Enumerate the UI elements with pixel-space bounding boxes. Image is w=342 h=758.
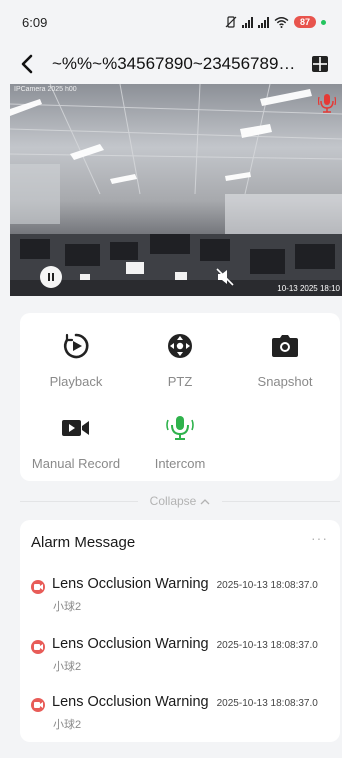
snapshot-button[interactable]: Snapshot bbox=[235, 331, 335, 389]
video-timestamp: 10-13 2025 18:10 bbox=[277, 284, 340, 293]
alarm-device: 小球2 bbox=[53, 601, 82, 613]
microphone-live-icon bbox=[318, 94, 336, 113]
collapse-divider: Collapse bbox=[20, 490, 341, 512]
more-button[interactable]: ··· bbox=[311, 530, 328, 546]
vibrate-off-icon bbox=[225, 16, 237, 28]
live-video-player[interactable]: IPCamera 2025 h00 10-13 2025 18:10 bbox=[10, 84, 342, 296]
chevron-up-icon bbox=[200, 498, 210, 504]
playback-label: Playback bbox=[49, 374, 103, 389]
pause-button[interactable] bbox=[40, 266, 62, 288]
ptz-label: PTZ bbox=[167, 374, 193, 389]
office-scene-image bbox=[10, 84, 342, 296]
playback-button[interactable]: Playback bbox=[26, 331, 126, 389]
manual-record-button[interactable]: Manual Record bbox=[26, 413, 126, 471]
alarm-panel-title: Alarm Message bbox=[31, 534, 136, 551]
alarm-name: Lens Occlusion Warning bbox=[52, 576, 209, 592]
charging-dot bbox=[321, 19, 326, 25]
wifi-icon bbox=[274, 17, 289, 28]
camera-icon bbox=[272, 335, 298, 357]
app-header: ~%%~%34567890~234567890~2... bbox=[0, 44, 342, 84]
camera-alarm-icon bbox=[31, 580, 45, 594]
page-title: ~%%~%34567890~234567890~2... bbox=[52, 54, 302, 73]
signal-1-icon bbox=[242, 16, 253, 28]
status-icons: 87 bbox=[225, 16, 326, 28]
alarm-name: Lens Occlusion Warning bbox=[52, 694, 209, 710]
microphone-icon bbox=[166, 416, 194, 440]
grid-view-button[interactable] bbox=[308, 52, 332, 76]
signal-2-icon bbox=[258, 16, 269, 28]
collapse-button[interactable]: Collapse bbox=[138, 494, 223, 508]
alarm-device: 小球2 bbox=[53, 719, 82, 731]
alarm-name: Lens Occlusion Warning bbox=[52, 636, 209, 652]
status-time: 6:09 bbox=[22, 14, 48, 30]
controls-panel: Playback PTZ Snapshot Manual Record Inte… bbox=[20, 313, 340, 481]
status-bar: 6:09 87 bbox=[0, 0, 342, 44]
intercom-button[interactable]: Intercom bbox=[130, 413, 230, 471]
snapshot-label: Snapshot bbox=[257, 374, 313, 389]
alarm-item[interactable]: Lens Occlusion Warning 2025-10-13 18:08:… bbox=[31, 694, 331, 732]
camera-alarm-icon bbox=[31, 698, 45, 712]
device-live-page: 6:09 87 ~%%~%34567890~234567890~2... IPC… bbox=[0, 0, 342, 758]
alarm-item[interactable]: Lens Occlusion Warning 2025-10-13 18:08:… bbox=[31, 576, 331, 614]
divider-left bbox=[20, 500, 138, 502]
camera-alarm-icon bbox=[31, 640, 45, 654]
video-record-icon bbox=[62, 420, 89, 436]
camera-label: IPCamera 2025 h00 bbox=[14, 86, 77, 93]
pause-icon bbox=[48, 273, 54, 281]
alarm-device: 小球2 bbox=[53, 661, 82, 673]
manual-record-label: Manual Record bbox=[31, 456, 121, 471]
battery-indicator: 87 bbox=[294, 16, 316, 28]
collapse-label: Collapse bbox=[149, 494, 197, 508]
divider-right bbox=[222, 500, 341, 502]
ptz-icon bbox=[168, 334, 192, 358]
alarm-item[interactable]: Lens Occlusion Warning 2025-10-13 18:08:… bbox=[31, 636, 331, 674]
ptz-button[interactable]: PTZ bbox=[130, 331, 230, 389]
alarm-time: 2025-10-13 18:08:37.0 bbox=[216, 640, 318, 651]
intercom-label: Intercom bbox=[154, 456, 206, 471]
back-button[interactable] bbox=[16, 53, 38, 75]
alarm-time: 2025-10-13 18:08:37.0 bbox=[216, 698, 318, 709]
alarm-panel: Alarm Message ··· Lens Occlusion Warning… bbox=[20, 520, 340, 742]
chevron-left-icon bbox=[21, 54, 33, 74]
playback-icon bbox=[63, 333, 89, 359]
alarm-time: 2025-10-13 18:08:37.0 bbox=[216, 580, 318, 591]
grid-icon bbox=[312, 56, 328, 72]
mute-button[interactable] bbox=[215, 267, 235, 287]
